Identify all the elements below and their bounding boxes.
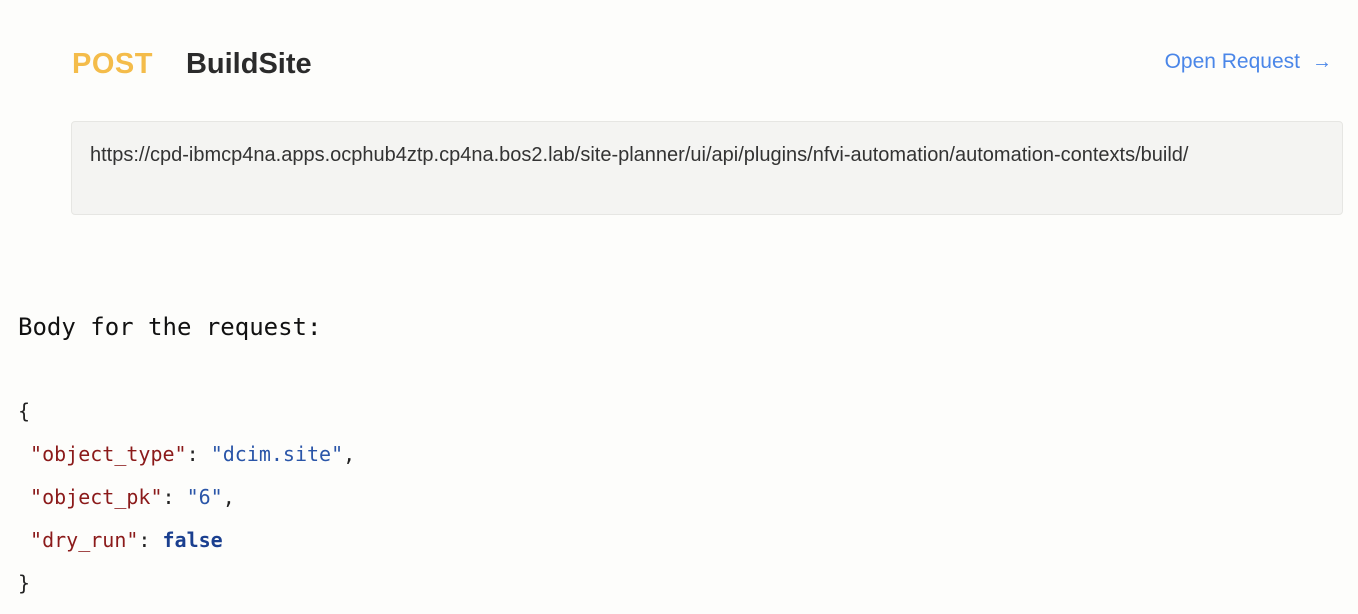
body-label: Body for the request:	[18, 313, 322, 341]
http-method-label: POST	[72, 47, 153, 80]
json-value: false	[162, 528, 223, 552]
json-key: "dry_run"	[30, 528, 139, 552]
json-open-brace: {	[18, 399, 31, 423]
request-url: https://cpd-ibmcp4na.apps.ocphub4ztp.cp4…	[90, 144, 1189, 166]
json-line-dry-run: "dry_run": false	[30, 528, 223, 552]
json-close-brace: }	[18, 571, 31, 595]
request-name: BuildSite	[185, 47, 312, 80]
open-request-link[interactable]: Open Request →	[1165, 50, 1332, 74]
json-key: "object_pk"	[30, 485, 163, 509]
open-request-label: Open Request	[1164, 50, 1300, 73]
json-value: "6"	[186, 485, 223, 509]
json-value: "dcim.site"	[210, 442, 344, 466]
json-code-block: { "object_type": "dcim.site", "object_pk…	[18, 390, 355, 605]
json-key: "object_type"	[30, 442, 187, 466]
json-line-object-type: "object_type": "dcim.site",	[30, 442, 356, 466]
request-url-box: https://cpd-ibmcp4na.apps.ocphub4ztp.cp4…	[71, 121, 1343, 215]
request-header: POST BuildSite Open Request →	[72, 44, 1332, 84]
json-line-object-pk: "object_pk": "6",	[30, 485, 235, 509]
arrow-right-icon: →	[1312, 50, 1332, 73]
